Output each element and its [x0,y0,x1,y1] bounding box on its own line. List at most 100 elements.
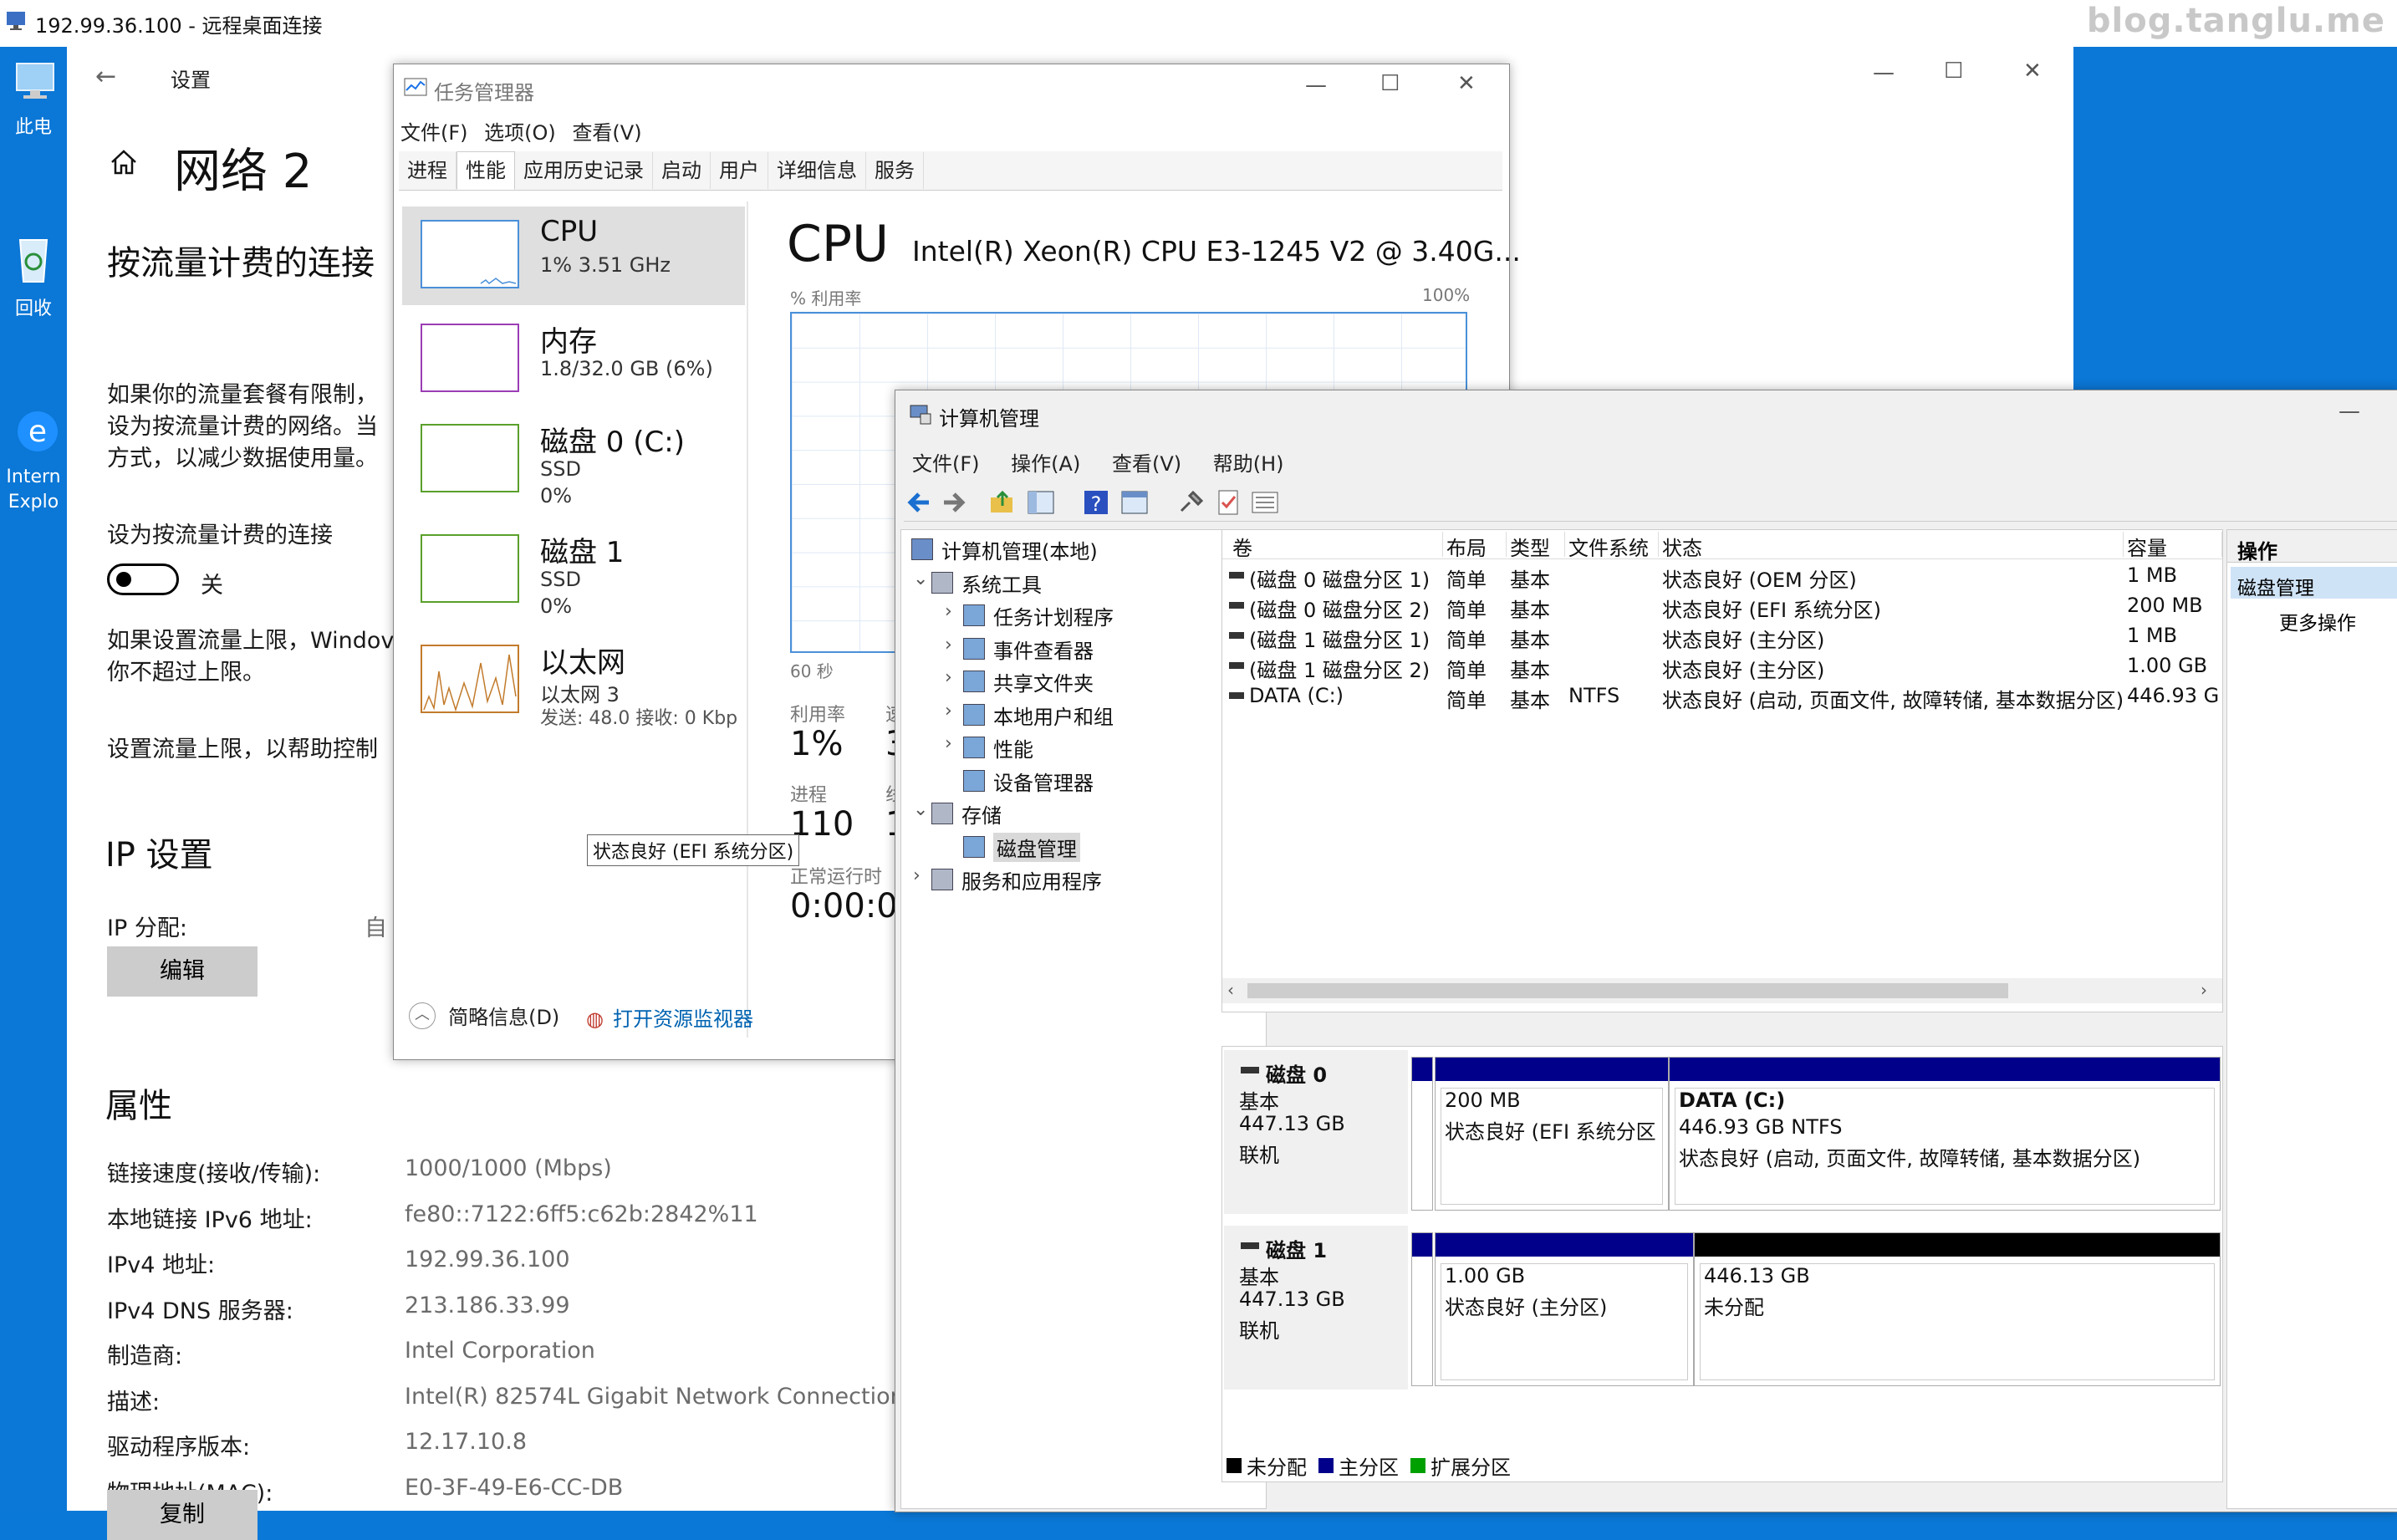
volume-icon [1229,692,1244,699]
tree-item[interactable]: ⌄ 系统工具 [901,567,1261,597]
tab-users[interactable]: 用户 [711,152,768,189]
perf-item-memory[interactable]: 内存 1.8/32.0 GB (6%) [402,310,745,409]
more-actions[interactable]: 更多操作 [2279,607,2356,635]
tab-services[interactable]: 服务 [866,152,924,189]
table-row[interactable]: (磁盘 1 磁盘分区 1) 简单 基本 状态良好 (主分区) 1 MB [1222,622,2222,652]
table-cell: 基本 [1510,629,1550,652]
tree-item[interactable]: › 事件查看器 [901,633,1261,663]
disk-info[interactable]: 磁盘 1 基本 447.13 GB 联机 [1224,1226,1408,1390]
metered-toggle[interactable] [107,563,179,595]
disk-block: 磁盘 1 基本 447.13 GB 联机 1.00 GB 状态良好 (主分区) 446.13… [1222,1222,2222,1390]
tree-item[interactable]: › 本地用户和组 [901,699,1261,729]
table-row[interactable]: (磁盘 0 磁盘分区 1) 简单 基本 状态良好 (OEM 分区) 1 MB [1222,562,2222,592]
tree-item[interactable]: › 性能 [901,732,1261,762]
partition-block[interactable]: DATA (C:) 446.93 GB NTFS 状态良好 (启动, 页面文件, 故… [1669,1057,2221,1211]
column-header[interactable]: 文件系统 [1565,532,1659,557]
checklist-icon[interactable] [1213,487,1243,518]
menu-file[interactable]: 文件(F) [400,121,468,145]
scroll-right-icon[interactable]: › [2201,980,2207,1000]
brief-info[interactable]: ︿ 简略信息(D) [409,1001,559,1030]
tab-performance[interactable]: 性能 [456,151,515,190]
table-row[interactable]: DATA (C:) 简单 基本 NTFS 状态良好 (启动, 页面文件, 故障转储, 基… [1222,682,2222,712]
tab-details[interactable]: 详细信息 [768,152,866,189]
tree-item[interactable]: › 任务计划程序 [901,599,1261,630]
partition-block[interactable]: 1.00 GB 状态良好 (主分区) [1435,1232,1694,1386]
tree-expander-icon[interactable]: › [945,701,952,722]
tree-expander-icon[interactable]: › [945,601,952,622]
scroll-left-icon[interactable]: ‹ [1227,980,1234,1000]
task-manager-tabs: 进程 性能 应用历史记录 启动 用户 详细信息 服务 [399,151,1502,191]
perf-item-sub: SSD [540,457,581,481]
minimize-icon[interactable]: — [1305,73,1327,98]
menu-file[interactable]: 文件(F) [912,452,980,476]
partition-block[interactable]: 446.13 GB 未分配 [1694,1232,2221,1386]
table-row[interactable]: (磁盘 1 磁盘分区 2) 简单 基本 状态良好 (主分区) 1.00 GB [1222,652,2222,682]
perf-item-disk0[interactable]: 磁盘 0 (C:) SSD 0% [402,410,745,509]
menu-help[interactable]: 帮助(H) [1213,452,1284,476]
property-row: 驱动程序版本: 12.17.10.8 [107,1429,692,1462]
tree-expander-icon[interactable]: ⌄ [913,799,928,820]
disk-info[interactable]: 磁盘 0 基本 447.13 GB 联机 [1224,1050,1408,1214]
partition-block[interactable]: 200 MB 状态良好 (EFI 系统分区 [1435,1057,1669,1211]
tree-item[interactable]: 设备管理器 [901,765,1261,795]
column-header[interactable]: 类型 [1507,532,1565,557]
column-header[interactable]: 容量 [2124,532,2222,557]
perf-item-cpu[interactable]: CPU 1% 3.51 GHz [402,207,745,305]
menu-view[interactable]: 查看(V) [572,121,641,145]
set-data-limit-link[interactable]: 设置流量上限，以帮助控制 [107,731,378,763]
maximize-icon[interactable]: ☐ [1380,71,1400,96]
actions-section-label: 磁盘管理 [2237,578,2314,599]
tree-expander-icon[interactable]: ⌄ [913,569,928,589]
back-icon[interactable] [904,487,934,518]
table-cell: (磁盘 1 磁盘分区 2) [1249,659,1431,682]
disk0-thumbnail [421,424,519,492]
column-header[interactable]: 卷 [1229,532,1443,557]
close-icon[interactable]: ✕ [1457,71,1476,96]
tab-startup[interactable]: 启动 [653,152,711,189]
home-icon[interactable] [109,147,139,177]
tree-item[interactable]: 计算机管理(本地) [901,533,1261,563]
minimize-icon[interactable]: — [1873,60,1895,85]
copy-button[interactable]: 复制 [107,1490,258,1540]
menu-action[interactable]: 操作(A) [1011,452,1080,476]
tab-app-history[interactable]: 应用历史记录 [515,152,653,189]
help-icon[interactable]: ? [1081,487,1111,518]
back-arrow-icon[interactable]: ← [95,62,116,91]
scroll-thumb[interactable] [1247,983,2008,998]
tree-item[interactable]: 磁盘管理 [901,831,1261,862]
minimize-icon[interactable]: — [2338,399,2360,424]
tree-expander-icon[interactable]: › [913,865,921,886]
rdp-title-bar: 192.99.36.100 - 远程桌面连接 blog.tanglu.me [0,0,2397,48]
edit-button[interactable]: 编辑 [107,946,258,997]
property-row: 本地链接 IPv6 地址: fe80::7122:6ff5:c62b:2842%1… [107,1201,758,1235]
menu-options[interactable]: 选项(O) [484,121,556,145]
perf-item-disk1[interactable]: 磁盘 1 SSD 0% [402,521,745,620]
forward-icon[interactable] [939,487,969,518]
open-resource-monitor[interactable]: ◍ 打开资源监视器 [586,1002,753,1032]
list-view-icon[interactable] [1250,487,1280,518]
actions-section[interactable]: 磁盘管理 [2231,567,2397,599]
perf-item-ethernet[interactable]: 以太网 以太网 3 发送: 48.0 接收: 0 Kbp [402,631,753,730]
tab-processes[interactable]: 进程 [399,152,456,189]
column-header[interactable]: 布局 [1443,532,1507,557]
tree-item[interactable]: ⌄ 存储 [901,798,1261,828]
column-header[interactable]: 状态 [1659,532,2124,557]
show-hide-tree-icon[interactable] [1026,487,1056,518]
up-folder-icon[interactable] [987,487,1017,518]
properties-view-icon[interactable] [1119,487,1150,518]
desktop-icon-this-pc[interactable]: 此电 [0,57,67,139]
tree-expander-icon[interactable]: › [945,667,952,688]
horizontal-scrollbar[interactable]: ‹ › [1222,978,2222,1003]
menu-view[interactable]: 查看(V) [1112,452,1181,476]
tree-expander-icon[interactable]: › [945,733,952,754]
splitter[interactable] [747,201,748,1038]
connect-icon[interactable] [1176,487,1206,518]
tree-expander-icon[interactable]: › [945,635,952,655]
close-icon[interactable]: ✕ [2023,59,2042,84]
desktop-icon-ie[interactable]: e Intern Explo [0,401,67,515]
table-row[interactable]: (磁盘 0 磁盘分区 2) 简单 基本 状态良好 (EFI 系统分区) 200 MB [1222,592,2222,622]
maximize-icon[interactable]: ☐ [1944,59,1963,84]
tree-item[interactable]: › 服务和应用程序 [901,864,1261,894]
tree-item[interactable]: › 共享文件夹 [901,665,1261,696]
desktop-icon-recycle-bin[interactable]: 回收 [0,230,67,320]
